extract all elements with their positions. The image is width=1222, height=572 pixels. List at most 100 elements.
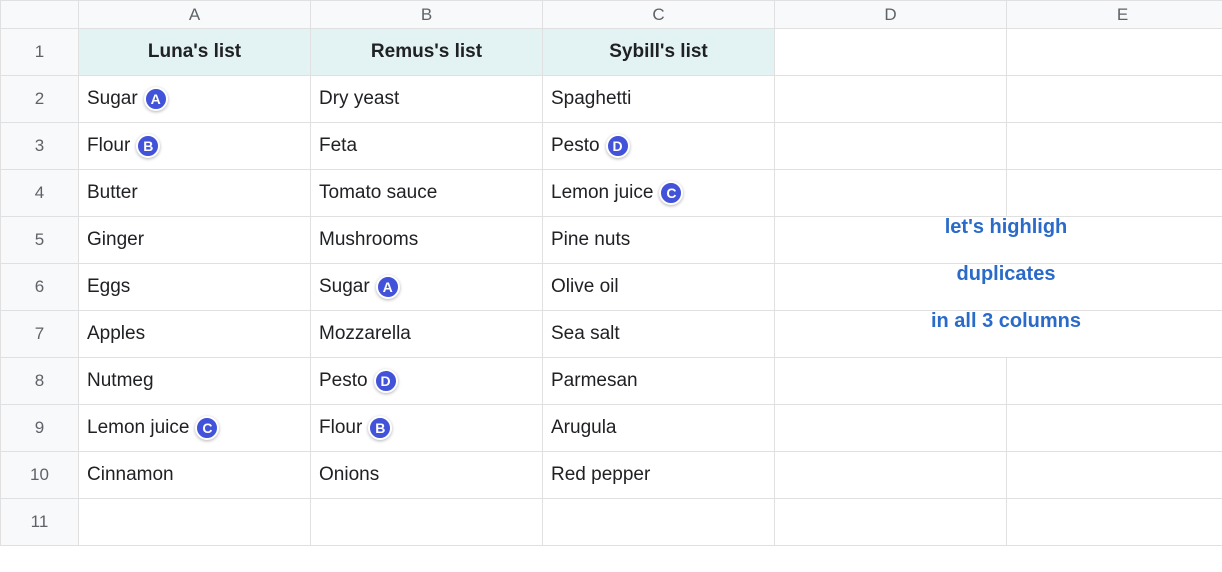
- cell-C9[interactable]: Arugula: [543, 405, 775, 452]
- cell-D3[interactable]: [775, 123, 1007, 170]
- cell-B1[interactable]: Remus's list: [311, 29, 543, 76]
- annotation-cell-cont: [1007, 311, 1222, 358]
- cell-A6[interactable]: Eggs: [79, 264, 311, 311]
- duplicate-marker-icon: D: [374, 369, 398, 393]
- row-header-6[interactable]: 6: [1, 264, 79, 311]
- cell-A1[interactable]: Luna's list: [79, 29, 311, 76]
- cell-C4[interactable]: Lemon juiceC: [543, 170, 775, 217]
- cell-text: Mushrooms: [319, 229, 418, 251]
- column-header-D[interactable]: D: [775, 1, 1007, 29]
- cell-C8[interactable]: Parmesan: [543, 358, 775, 405]
- cell-text: Onions: [319, 464, 379, 486]
- spreadsheet-grid[interactable]: ABCDE1Luna's listRemus's listSybill's li…: [0, 0, 1222, 546]
- cell-B4[interactable]: Tomato sauce: [311, 170, 543, 217]
- cell-text: Sea salt: [551, 323, 620, 345]
- cell-B6[interactable]: SugarA: [311, 264, 543, 311]
- cell-D2[interactable]: [775, 76, 1007, 123]
- row-header-3[interactable]: 3: [1, 123, 79, 170]
- row-header-4[interactable]: 4: [1, 170, 79, 217]
- cell-A2[interactable]: SugarA: [79, 76, 311, 123]
- cell-C7[interactable]: Sea salt: [543, 311, 775, 358]
- cell-text: Red pepper: [551, 464, 650, 486]
- cell-text: Flour: [87, 135, 130, 157]
- row-header-9[interactable]: 9: [1, 405, 79, 452]
- row-header-2[interactable]: 2: [1, 76, 79, 123]
- cell-text: Pesto: [551, 135, 600, 157]
- row-header-1[interactable]: 1: [1, 29, 79, 76]
- column-header-A[interactable]: A: [79, 1, 311, 29]
- duplicate-marker-icon: C: [659, 181, 683, 205]
- corner-cell[interactable]: [1, 1, 79, 29]
- cell-text: Mozzarella: [319, 323, 411, 345]
- cell-E4[interactable]: [1007, 170, 1222, 217]
- cell-A9[interactable]: Lemon juice C: [79, 405, 311, 452]
- cell-text: Eggs: [87, 276, 130, 298]
- cell-A7[interactable]: Apples: [79, 311, 311, 358]
- row-header-10[interactable]: 10: [1, 452, 79, 499]
- cell-text: Parmesan: [551, 370, 638, 392]
- cell-E1[interactable]: [1007, 29, 1222, 76]
- cell-B9[interactable]: Flour B: [311, 405, 543, 452]
- cell-E2[interactable]: [1007, 76, 1222, 123]
- cell-text: Arugula: [551, 417, 617, 439]
- duplicate-marker-icon: B: [368, 416, 392, 440]
- cell-text: Pine nuts: [551, 229, 630, 251]
- cell-B3[interactable]: Feta: [311, 123, 543, 170]
- column-header-E[interactable]: E: [1007, 1, 1222, 29]
- cell-A11[interactable]: [79, 499, 311, 546]
- row-header-8[interactable]: 8: [1, 358, 79, 405]
- cell-B10[interactable]: Onions: [311, 452, 543, 499]
- cell-D8[interactable]: [775, 358, 1007, 405]
- cell-A4[interactable]: Butter: [79, 170, 311, 217]
- cell-text: Tomato sauce: [319, 182, 437, 204]
- cell-text: Olive oil: [551, 276, 619, 298]
- cell-text: Spaghetti: [551, 88, 631, 110]
- row-header-11[interactable]: 11: [1, 499, 79, 546]
- cell-D9[interactable]: [775, 405, 1007, 452]
- cell-text: Ginger: [87, 229, 144, 251]
- cell-text: Apples: [87, 323, 145, 345]
- cell-C6[interactable]: Olive oil: [543, 264, 775, 311]
- cell-D10[interactable]: [775, 452, 1007, 499]
- cell-E10[interactable]: [1007, 452, 1222, 499]
- row-header-7[interactable]: 7: [1, 311, 79, 358]
- annotation-cell-cont: [1007, 217, 1222, 264]
- cell-C11[interactable]: [543, 499, 775, 546]
- column-header-C[interactable]: C: [543, 1, 775, 29]
- annotation-cell-cont: [1007, 264, 1222, 311]
- row-header-5[interactable]: 5: [1, 217, 79, 264]
- cell-text: Pesto: [319, 370, 368, 392]
- column-header-B[interactable]: B: [311, 1, 543, 29]
- cell-E11[interactable]: [1007, 499, 1222, 546]
- annotation-cell: [775, 217, 1007, 264]
- cell-text: Cinnamon: [87, 464, 174, 486]
- cell-text: Sugar: [319, 276, 370, 298]
- cell-E3[interactable]: [1007, 123, 1222, 170]
- cell-A3[interactable]: FlourB: [79, 123, 311, 170]
- cell-A5[interactable]: Ginger: [79, 217, 311, 264]
- cell-B5[interactable]: Mushrooms: [311, 217, 543, 264]
- cell-E8[interactable]: [1007, 358, 1222, 405]
- cell-C5[interactable]: Pine nuts: [543, 217, 775, 264]
- cell-D1[interactable]: [775, 29, 1007, 76]
- cell-B11[interactable]: [311, 499, 543, 546]
- duplicate-marker-icon: D: [606, 134, 630, 158]
- cell-A10[interactable]: Cinnamon: [79, 452, 311, 499]
- cell-D11[interactable]: [775, 499, 1007, 546]
- cell-C10[interactable]: Red pepper: [543, 452, 775, 499]
- cell-E9[interactable]: [1007, 405, 1222, 452]
- duplicate-marker-icon: C: [195, 416, 219, 440]
- cell-D4[interactable]: [775, 170, 1007, 217]
- cell-B2[interactable]: Dry yeast: [311, 76, 543, 123]
- cell-B7[interactable]: Mozzarella: [311, 311, 543, 358]
- cell-C3[interactable]: Pesto D: [543, 123, 775, 170]
- cell-C1[interactable]: Sybill's list: [543, 29, 775, 76]
- cell-A8[interactable]: Nutmeg: [79, 358, 311, 405]
- cell-C2[interactable]: Spaghetti: [543, 76, 775, 123]
- cell-text: Lemon juice: [87, 417, 189, 439]
- duplicate-marker-icon: A: [144, 87, 168, 111]
- cell-text: Butter: [87, 182, 138, 204]
- cell-text: Nutmeg: [87, 370, 154, 392]
- cell-B8[interactable]: Pesto D: [311, 358, 543, 405]
- cell-text: Flour: [319, 417, 362, 439]
